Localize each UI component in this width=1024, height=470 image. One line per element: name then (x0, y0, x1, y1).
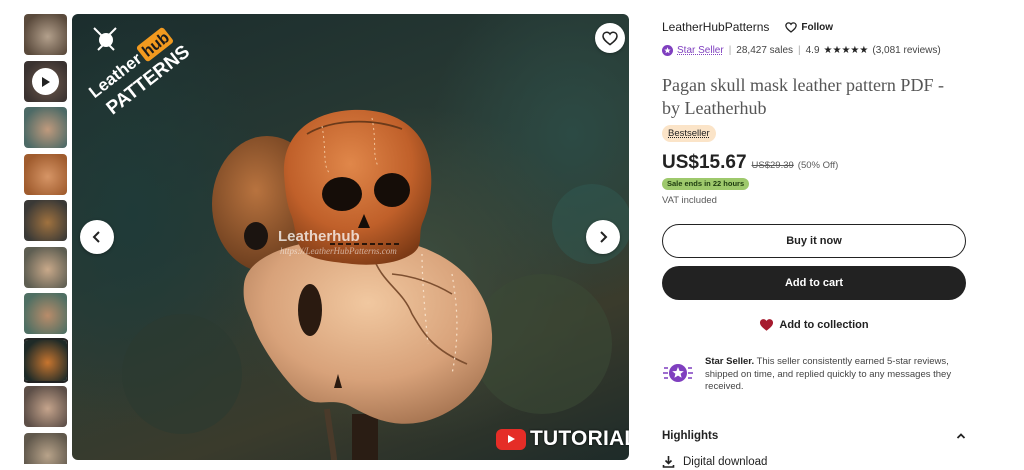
thumb-4[interactable] (24, 154, 67, 195)
separator: | (798, 45, 801, 56)
review-count-link[interactable]: (3,081 reviews) (872, 45, 940, 56)
discount-percent: (50% Off) (797, 160, 839, 171)
shop-meta-row: Star Seller | 28,427 sales | 4.9 ★★★★★ (… (662, 45, 941, 56)
favorite-button[interactable] (595, 23, 625, 53)
chevron-up-icon (956, 433, 966, 439)
listing-details-panel: LeatherHubPatterns Follow Star Seller | … (662, 0, 966, 470)
highlights-toggle[interactable]: Highlights (662, 430, 966, 442)
price-row: US$15.67 US$29.39 (50% Off) (662, 152, 838, 174)
video-play-icon (32, 68, 59, 95)
previous-image-button[interactable] (80, 220, 114, 254)
buy-it-now-button[interactable]: Buy it now (662, 224, 966, 258)
thumb-3[interactable] (24, 107, 67, 148)
tutorial-label: TUTORIAL (530, 427, 629, 450)
youtube-play-icon (496, 428, 526, 450)
add-to-cart-button[interactable]: Add to cart (662, 266, 966, 300)
original-price: US$29.39 (751, 160, 794, 171)
heart-filled-icon (760, 319, 774, 331)
download-icon (662, 456, 675, 468)
listing-title: Pagan skull mask leather pattern PDF - b… (662, 75, 944, 118)
tutorial-badge: TUTORIAL (496, 427, 629, 451)
separator: | (728, 45, 732, 56)
star-seller-large-icon (662, 356, 696, 394)
follow-label: Follow (801, 21, 834, 33)
thumb-7[interactable] (24, 293, 67, 334)
highlight-item-digital-download: Digital download (662, 455, 767, 468)
digital-download-label: Digital download (683, 455, 768, 468)
sale-ends-badge: Sale ends in 22 hours (662, 178, 750, 190)
chevron-right-icon (600, 231, 608, 243)
image-watermark: Leatherhub (278, 228, 360, 245)
add-to-collection-button[interactable]: Add to collection (662, 318, 966, 332)
thumb-10[interactable] (24, 433, 67, 464)
thumb-6[interactable] (24, 247, 67, 288)
star-seller-bold: Star Seller. (705, 356, 755, 367)
thumb-8[interactable] (24, 338, 68, 383)
star-seller-description: Star Seller. This seller consistently ea… (705, 356, 966, 394)
thumbnail-strip (24, 14, 68, 464)
main-listing-image[interactable]: Leather hub PATTERNS Leatherhub https://… (72, 14, 629, 460)
vat-note: VAT included (662, 195, 717, 206)
leatherhub-logo: Leather hub PATTERNS (85, 27, 192, 119)
chevron-left-icon (92, 231, 100, 243)
follow-button[interactable]: Follow (785, 22, 833, 33)
rating-value: 4.9 (805, 45, 820, 56)
star-seller-icon (662, 45, 673, 56)
thumb-1[interactable] (24, 14, 67, 55)
rating-stars: ★★★★★ (823, 45, 869, 56)
star-seller-info: Star Seller. This seller consistently ea… (662, 356, 966, 394)
star-seller-label: Star Seller (677, 45, 724, 56)
heart-outline-icon (602, 30, 618, 46)
shop-name-link[interactable]: LeatherHubPatterns (662, 20, 769, 34)
star-seller-badge[interactable]: Star Seller (662, 45, 724, 56)
next-image-button[interactable] (586, 220, 620, 254)
current-price: US$15.67 (662, 152, 747, 173)
bestseller-badge[interactable]: Bestseller (662, 125, 716, 142)
add-to-collection-label: Add to collection (779, 319, 869, 331)
image-watermark-url: https://LeatherHubPatterns.com (280, 246, 397, 256)
thumb-video[interactable] (24, 61, 67, 102)
sales-count: 28,427 sales (736, 45, 794, 56)
highlights-heading: Highlights (662, 430, 719, 442)
shop-row: LeatherHubPatterns Follow (662, 20, 833, 34)
thumb-5[interactable] (24, 200, 67, 241)
thumb-9[interactable] (24, 386, 67, 427)
heart-outline-icon (785, 21, 798, 33)
